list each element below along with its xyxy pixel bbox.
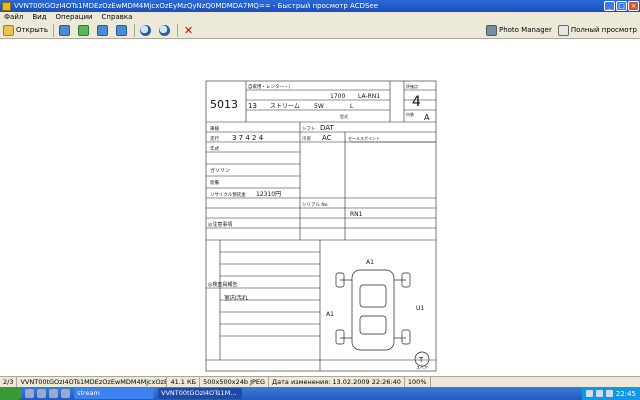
model-code: LA-RN1 <box>358 93 380 100</box>
maximize-button[interactable]: □ <box>616 1 627 11</box>
toolbar-separator <box>177 23 178 37</box>
tray-icon[interactable] <box>595 390 603 397</box>
color-value: 5W <box>314 103 324 110</box>
grade-label: 評価点 <box>406 83 418 89</box>
rental-label: 自家用・レンター・( <box>248 83 290 90</box>
image-viewer[interactable]: 5013 自家用・レンター・( 1700 LA-RN1 13 ストリーム 5W … <box>0 39 640 376</box>
rotate-right-button[interactable] <box>113 23 132 38</box>
next-image-button[interactable] <box>75 23 94 38</box>
fuel-value: ガソリン <box>210 167 230 174</box>
interior-grade: A <box>424 113 430 122</box>
recycle-label: リサイクル預託金 <box>210 191 246 198</box>
menu-bar: Файл Вид Операции Справка <box>0 12 640 22</box>
clock: 22:45 <box>615 389 636 398</box>
year-label: 年式 <box>210 145 219 152</box>
photo-manager-icon <box>485 24 497 36</box>
status-date: Дата изменения: 13.02.2009 22:26:40 <box>269 377 405 387</box>
spare-label: スペア <box>416 364 428 370</box>
window-title: VVNT00tGOzI4OTs1MDEzOzEwMDM4MjcxOzEyMzQy… <box>14 2 379 10</box>
model-code-bottom: RN1 <box>350 211 363 218</box>
rotate-left-button[interactable] <box>94 23 113 38</box>
menu-operations[interactable]: Операции <box>56 13 93 21</box>
minimize-button[interactable]: _ <box>604 1 615 11</box>
folder-icon <box>3 24 14 36</box>
toolbar-separator <box>53 23 54 37</box>
rotate-right-icon <box>116 24 127 36</box>
toolbar: Открыть ✕ Photo Manager Полный просмотр <box>0 22 640 39</box>
open-label: Открыть <box>16 26 48 34</box>
status-zoom: 100% <box>405 377 431 387</box>
status-bar: 2/3 VVNT00tGOzI4OTs1MDEzOzEwMDM4MjcxOzEy… <box>0 376 640 387</box>
open-button[interactable]: Открыть <box>0 23 51 38</box>
photo-manager-button[interactable]: Photo Manager <box>483 23 555 38</box>
delete-button[interactable]: ✕ <box>180 23 199 38</box>
aircon-label: 冷房 <box>302 135 311 142</box>
delete-x-icon: ✕ <box>183 23 194 37</box>
shift-value: DAT <box>320 124 335 132</box>
quicklaunch-icon[interactable] <box>61 389 70 398</box>
lot-number: 5013 <box>210 98 238 111</box>
previous-image-button[interactable] <box>56 23 75 38</box>
close-button[interactable]: × <box>628 1 639 11</box>
grade-text: L <box>350 103 354 110</box>
recycle-value: 12310円 <box>256 191 281 198</box>
status-filename: VVNT00tGOzI4OTs1MDEzOzEwMDM4MjcxOzEyMzQy… <box>17 377 168 387</box>
tray-icon[interactable] <box>605 390 613 397</box>
previous-icon <box>59 24 70 36</box>
inspection-note: 室内汚れ <box>224 294 248 302</box>
fullscreen-icon <box>557 24 569 36</box>
status-size: 41.1 КБ <box>167 377 201 387</box>
acdsee-app-icon <box>2 1 11 11</box>
menu-help[interactable]: Справка <box>102 13 133 21</box>
mark-u1: U1 <box>416 305 424 312</box>
type-label: 型式 <box>340 113 348 119</box>
mark-spare: T <box>418 356 424 364</box>
mileage-label: 走行 <box>210 135 219 142</box>
auction-sheet-image: 5013 自家用・レンター・( 1700 LA-RN1 13 ストリーム 5W … <box>205 80 437 372</box>
section-inspector: ◎検査員報告 <box>208 281 237 288</box>
system-tray: 22:45 <box>581 387 640 400</box>
grade-value: 4 <box>412 94 421 110</box>
fullscreen-label: Полный просмотр <box>570 26 637 34</box>
menu-view[interactable]: Вид <box>32 13 46 21</box>
zoom-in-button[interactable] <box>137 23 156 38</box>
zoom-in-icon <box>140 24 151 36</box>
mark-a1-left: A1 <box>326 311 334 318</box>
tray-icon[interactable] <box>585 390 593 397</box>
taskbar-item-stream[interactable]: stream <box>74 388 154 399</box>
features-label: 装備 <box>210 179 219 186</box>
car-diagram <box>335 269 430 367</box>
rotate-left-icon <box>97 24 108 36</box>
serial-label: シリアル No. <box>302 202 329 208</box>
zoom-out-icon <box>159 24 170 36</box>
status-index: 2/3 <box>0 377 18 387</box>
title-bar: VVNT00tGOzI4OTs1MDEzOzEwMDM4MjcxOzEyMzQy… <box>0 0 640 12</box>
displacement: 1700 <box>330 93 345 100</box>
start-button[interactable] <box>0 387 22 400</box>
status-dimensions: 500x500x24b JPEG <box>200 377 270 387</box>
next-icon <box>78 24 89 36</box>
quicklaunch-icon[interactable] <box>25 389 34 398</box>
shaken-label: 車検 <box>210 125 219 132</box>
taskbar-item-acdsee[interactable]: VVNT00tGOzI4OTs1M... <box>158 388 242 399</box>
toolbar-separator <box>134 23 135 37</box>
quicklaunch-icon[interactable] <box>37 389 46 398</box>
fullscreen-button[interactable]: Полный просмотр <box>555 23 640 38</box>
year-value: 13 <box>248 102 257 110</box>
shift-label: シフト <box>302 126 316 132</box>
model-text: ストリーム <box>270 103 300 110</box>
section-caution: ◎注意事項 <box>208 221 232 228</box>
aircon-value: AC <box>322 134 332 142</box>
menu-file[interactable]: Файл <box>4 13 23 21</box>
interior-label: 内装 <box>406 111 414 117</box>
taskbar: stream VVNT00tGOzI4OTs1M... 22:45 <box>0 387 640 400</box>
zoom-out-button[interactable] <box>156 23 175 38</box>
mark-a1-top: A1 <box>366 259 374 266</box>
mileage-value: 3 7 4 2 4 <box>232 134 264 142</box>
sales-point-label: セールスポイント <box>348 135 380 141</box>
photo-manager-label: Photo Manager <box>498 26 552 34</box>
quicklaunch-icon[interactable] <box>49 389 58 398</box>
